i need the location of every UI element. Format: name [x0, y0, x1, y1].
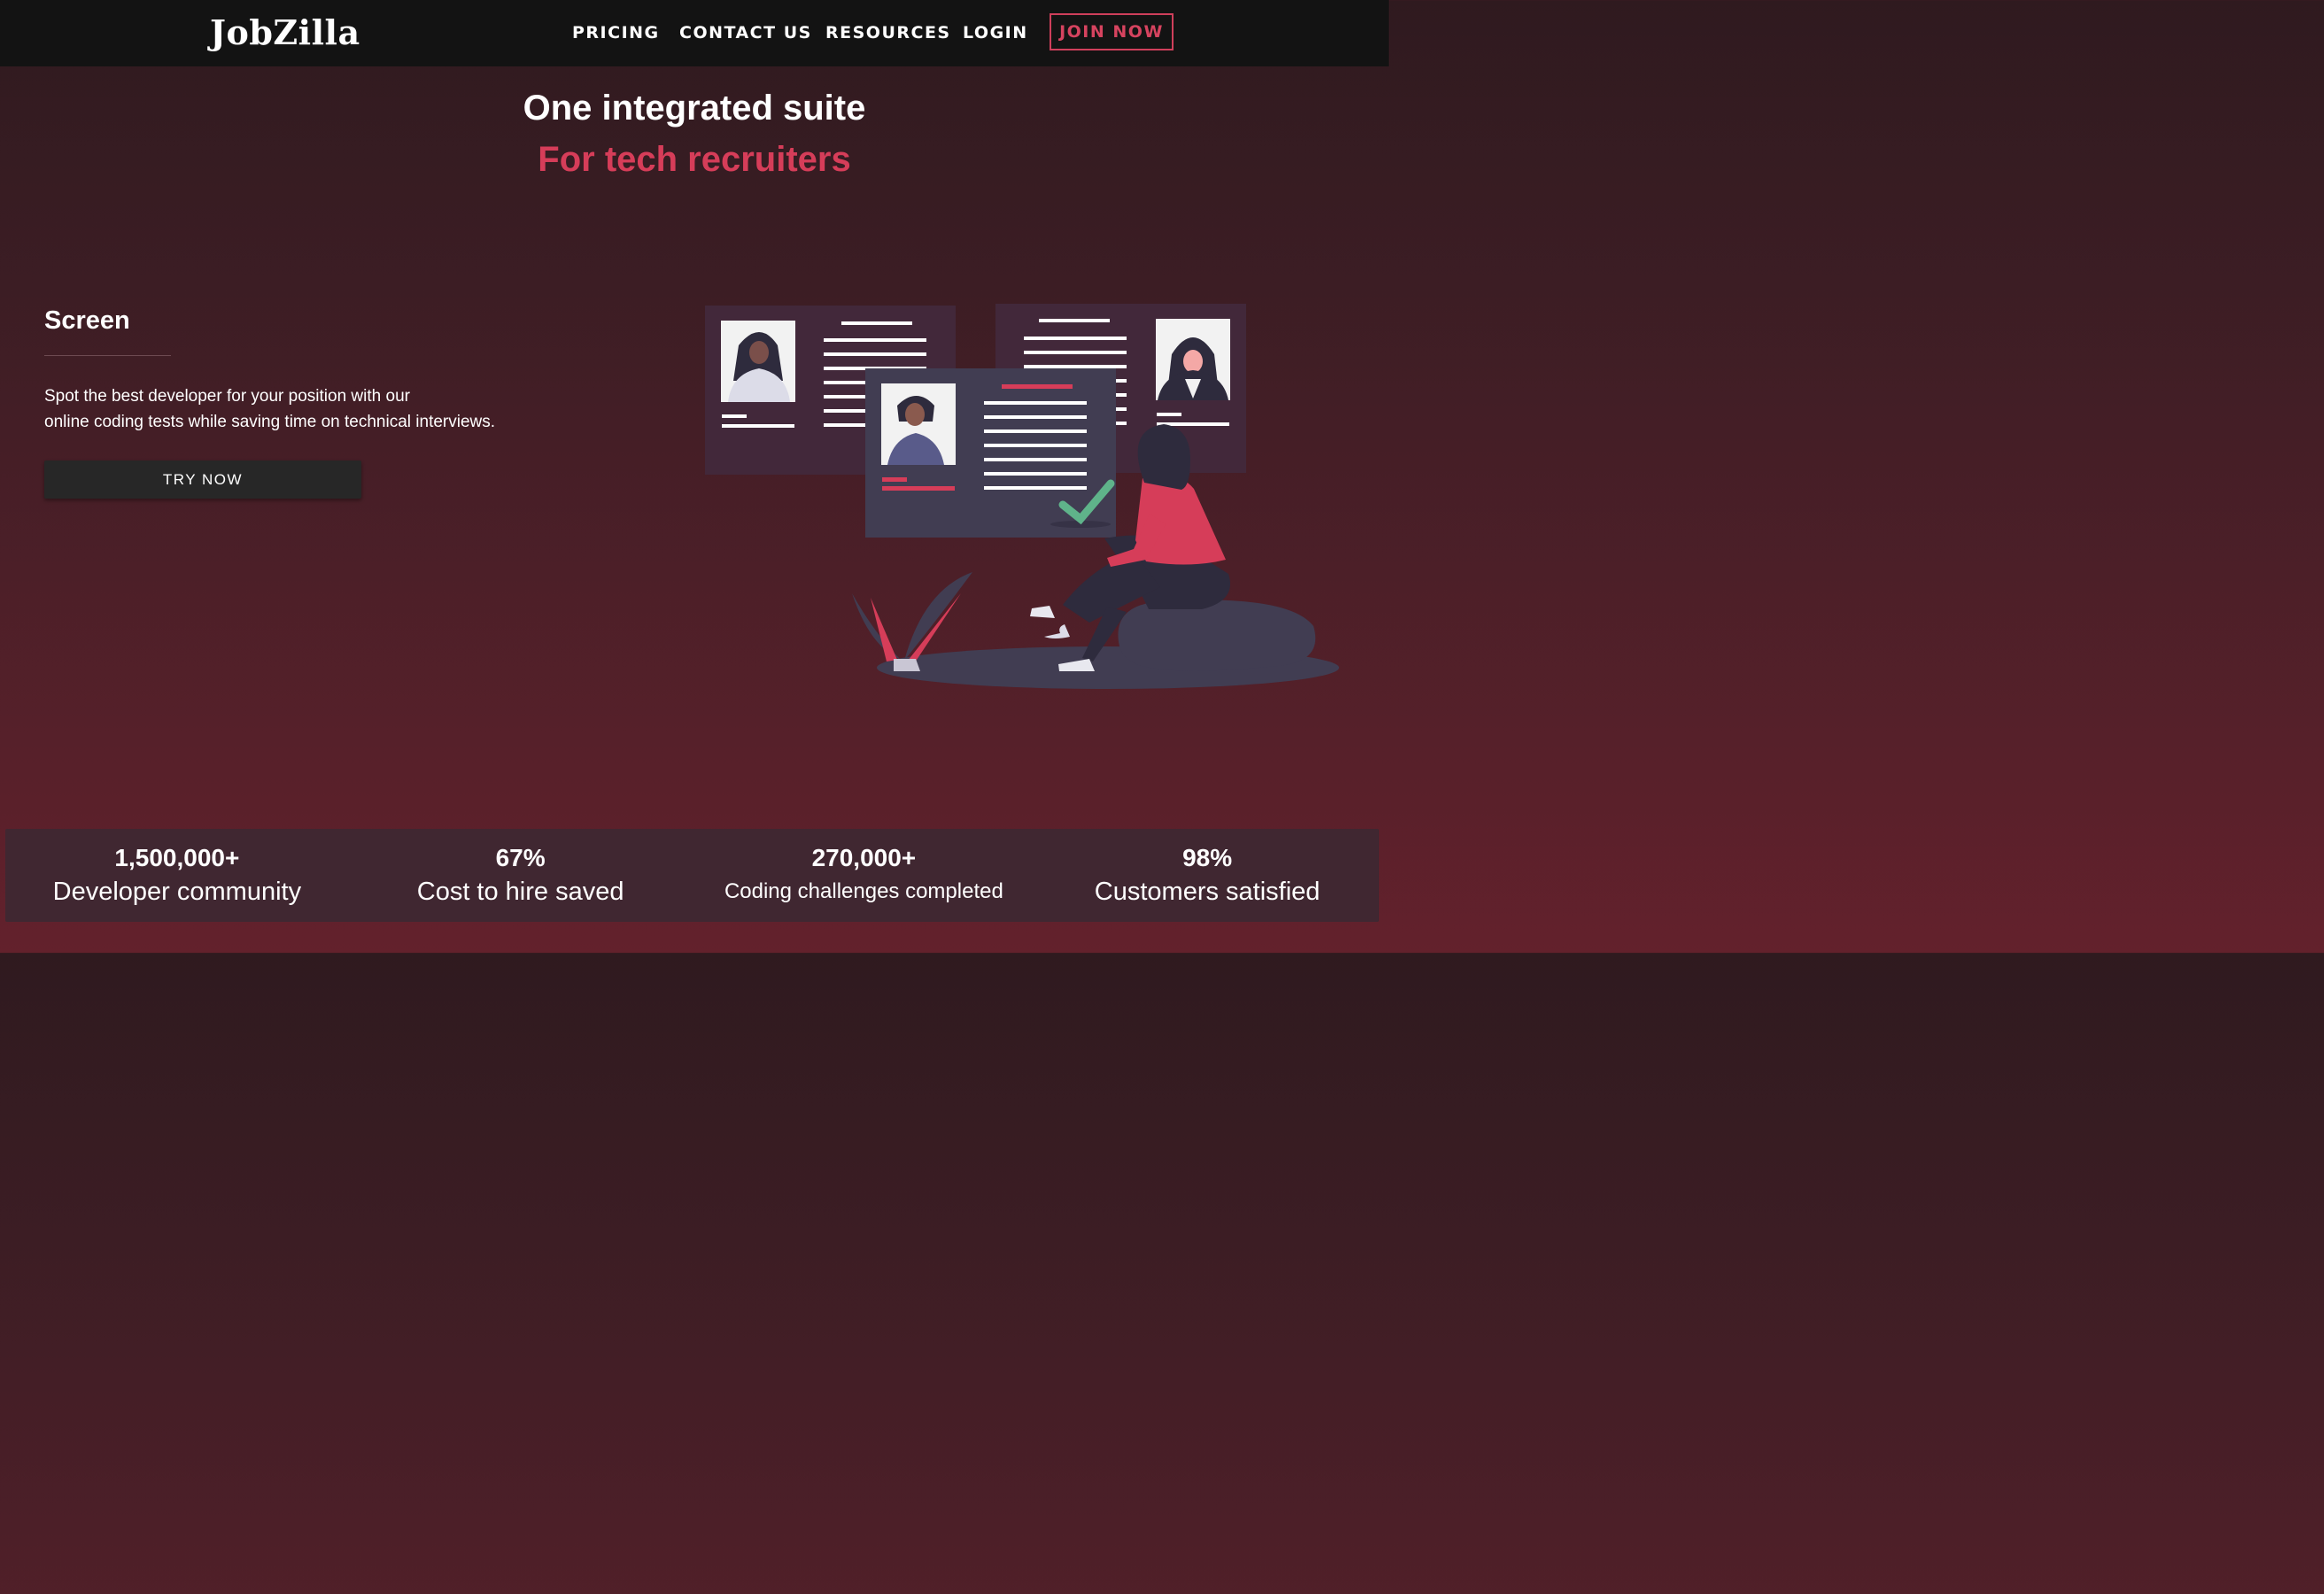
feature-description: Spot the best developer for your positio… — [44, 383, 540, 435]
try-now-button[interactable]: TRY NOW — [44, 460, 361, 499]
feature-title: Screen — [44, 306, 130, 335]
nav-resources[interactable]: RESOURCES — [825, 23, 951, 43]
brand-logo[interactable]: JobZilla — [210, 12, 360, 52]
stat-value: 98% — [1182, 844, 1233, 871]
nav-pricing[interactable]: PRICING — [572, 23, 660, 43]
stat-value: 67% — [495, 844, 546, 871]
stat-label: Developer community — [52, 878, 302, 906]
hero-subtitle: For tech recruiters — [538, 140, 851, 179]
stat-item: 1,500,000+ Developer community — [5, 829, 349, 922]
stat-item: 67% Cost to hire saved — [349, 829, 693, 922]
candidate-illustration — [705, 304, 1339, 689]
stat-item: 270,000+ Coding challenges completed — [693, 829, 1036, 922]
navbar: JobZilla PRICING CONTACT US RESOURCES LO… — [0, 0, 1389, 66]
nav-contact-us[interactable]: CONTACT US — [679, 23, 812, 43]
stat-label: Cost to hire saved — [416, 878, 624, 906]
stat-label: Coding challenges completed — [724, 879, 1003, 903]
stat-value: 1,500,000+ — [114, 844, 240, 871]
join-now-button[interactable]: JOIN NOW — [1050, 13, 1174, 50]
feature-description-line2: online coding tests while saving time on… — [44, 413, 496, 431]
stat-label: Customers satisfied — [1094, 878, 1321, 906]
nav-login[interactable]: LOGIN — [963, 23, 1028, 43]
stat-item: 98% Customers satisfied — [1035, 829, 1379, 922]
stats-bar: 1,500,000+ Developer community 67% Cost … — [5, 829, 1379, 922]
feature-description-line1: Spot the best developer for your positio… — [44, 387, 410, 406]
hero-title: One integrated suite — [523, 89, 866, 128]
stat-value: 270,000+ — [811, 844, 917, 871]
feature-divider — [44, 355, 171, 356]
